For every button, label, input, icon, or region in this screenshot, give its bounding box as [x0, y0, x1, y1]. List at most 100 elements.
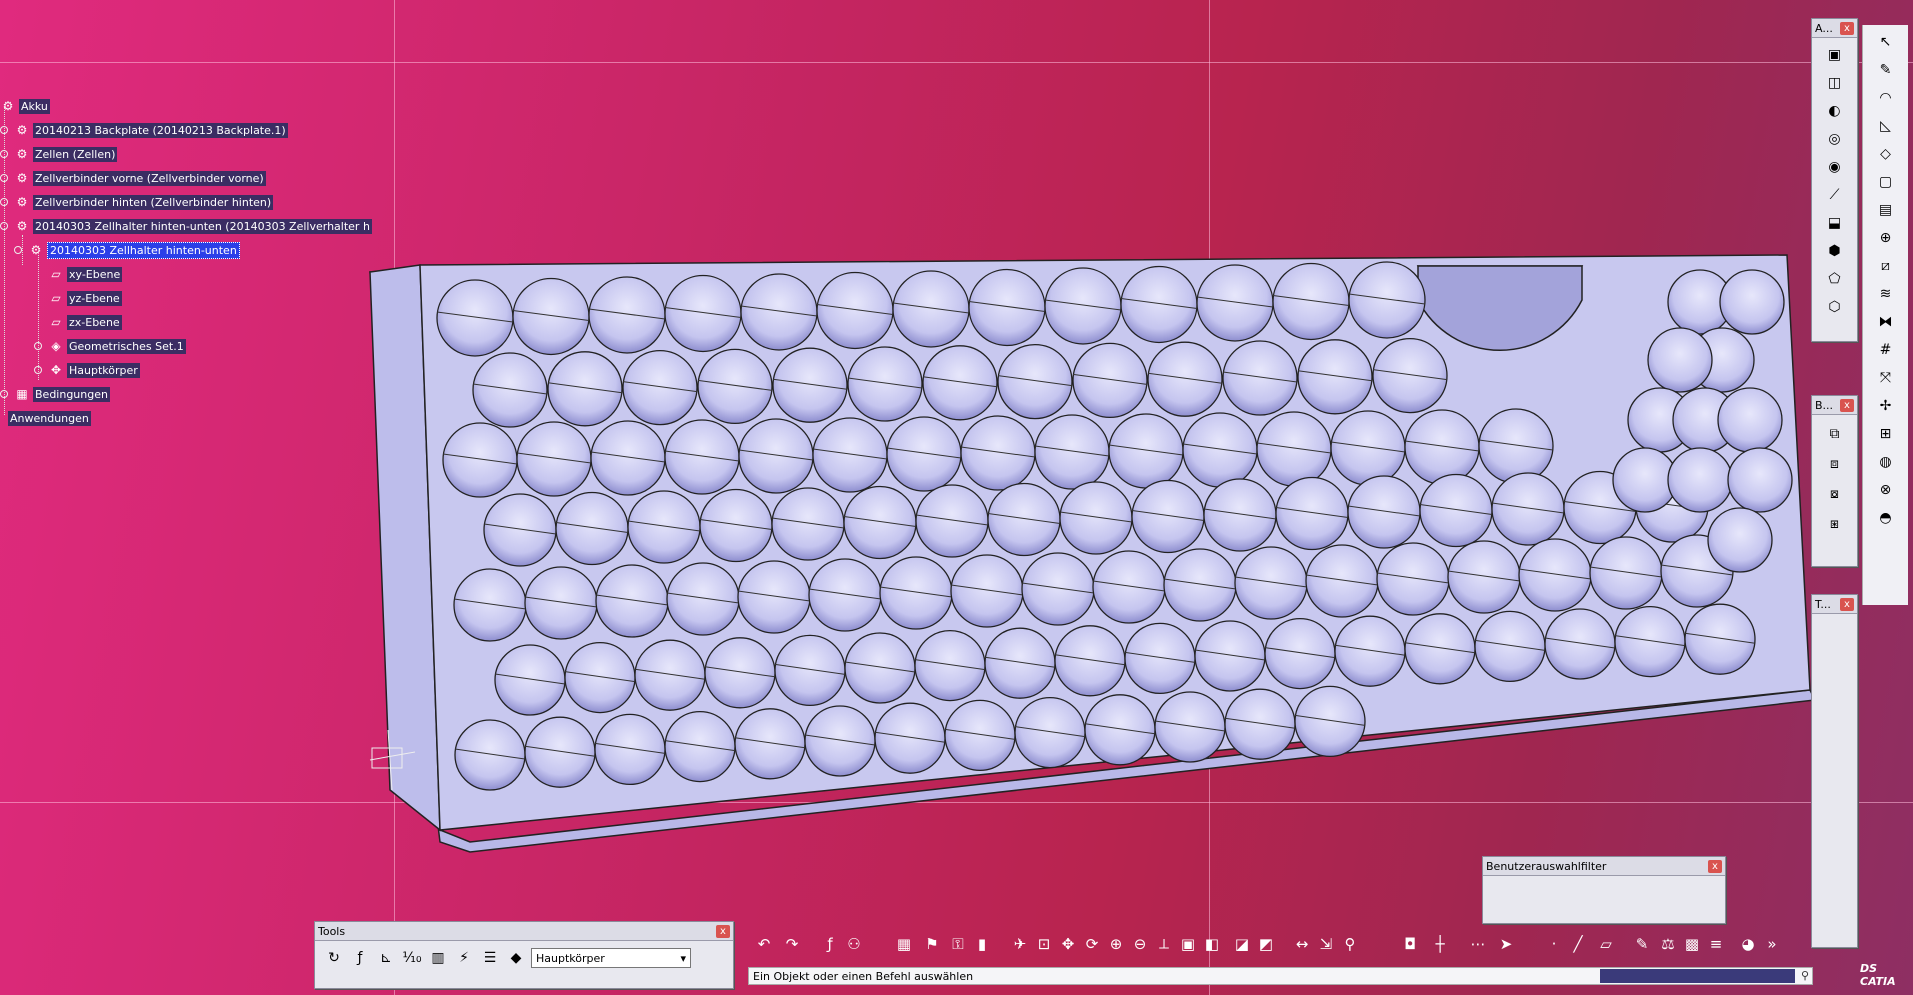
boolean-icon[interactable]: ⊞ — [1875, 423, 1897, 445]
image-icon[interactable]: ▩ — [1680, 932, 1704, 956]
boolean-remove-icon[interactable]: ⧈ — [1824, 453, 1846, 475]
expand-toggle[interactable] — [34, 366, 42, 374]
close-icon[interactable]: x — [1840, 597, 1854, 611]
tree-item-xy-plane[interactable]: ▱ xy-Ebene — [48, 265, 123, 283]
sketch-icon[interactable]: ✎ — [1630, 932, 1654, 956]
table-icon[interactable]: ▦ — [892, 932, 916, 956]
material-icon[interactable]: ◕ — [1736, 932, 1760, 956]
thread-icon[interactable]: ⊕ — [1875, 227, 1897, 249]
work-object-dropdown[interactable]: Hauptkörper ▾ — [531, 948, 691, 968]
close-icon[interactable]: x — [1840, 21, 1854, 35]
toolbar-a[interactable]: A... x ▣ ◫ ◐ ◎ ◉ ⟋ ⬓ ⬢ ⬠ ⬡ — [1811, 18, 1858, 342]
tree-item-zx-plane[interactable]: ▱ zx-Ebene — [48, 313, 122, 331]
normal-view-icon[interactable]: ⟂ — [1152, 932, 1176, 956]
undo-icon[interactable]: ↶ — [752, 932, 776, 956]
groove-icon[interactable]: ◎ — [1824, 128, 1846, 150]
tree-item-main-body[interactable]: ✥ Hauptkörper — [34, 361, 140, 379]
tree-item-zellverbinder-hinten[interactable]: ⚙ Zellverbinder hinten (Zellverbinder hi… — [0, 193, 274, 211]
snap-icon[interactable]: ┼ — [1428, 932, 1452, 956]
toolbar-b[interactable]: B... x ⧉ ⧈ ⧇ ⧆ — [1811, 395, 1858, 567]
hide-show-icon[interactable]: ◪ — [1230, 932, 1254, 956]
tree-item-zellhalter-part[interactable]: ⚙ 20140303 Zellhalter hinten-unten — [14, 241, 240, 259]
hole-icon[interactable]: ◉ — [1824, 156, 1846, 178]
fillet-icon[interactable]: ◠ — [1875, 87, 1897, 109]
zoom-in-icon[interactable]: ⊕ — [1104, 932, 1128, 956]
rib-icon[interactable]: ⟋ — [1824, 184, 1846, 206]
tree-item-zellverbinder-vorne[interactable]: ⚙ Zellverbinder vorne (Zellverbinder vor… — [0, 169, 266, 187]
capture-icon[interactable]: ◘ — [1398, 932, 1422, 956]
tree-item-zellen[interactable]: ⚙ Zellen (Zellen) — [0, 145, 118, 163]
layer-icon[interactable]: ≡ — [1704, 932, 1728, 956]
views-icon[interactable]: ▣ — [1176, 932, 1200, 956]
point-icon[interactable]: · — [1542, 932, 1566, 956]
rotate-icon[interactable]: ⟳ — [1080, 932, 1104, 956]
work-object-icon[interactable]: ▥ — [427, 947, 449, 969]
catalog-icon[interactable]: ▮ — [970, 932, 994, 956]
show-constraints-icon[interactable]: ⚡ — [453, 947, 475, 969]
formula-icon[interactable]: ƒ — [818, 932, 842, 956]
knowledge-icon[interactable]: ⚇ — [842, 932, 866, 956]
solid-combine-icon[interactable]: ⬢ — [1824, 240, 1846, 262]
select-icon[interactable]: ➤ — [1494, 932, 1518, 956]
list-icon[interactable]: ☰ — [479, 947, 501, 969]
mirror-icon[interactable]: ⧓ — [1875, 311, 1897, 333]
close-icon[interactable]: x — [716, 924, 730, 938]
tree-expand-icon[interactable]: ⚑ — [920, 932, 944, 956]
tools-toolbar[interactable]: Tools x ↻ ƒ ⊾ ⅒ ▥ ⚡ ☰ ◆ Hauptkörper ▾ — [314, 921, 734, 989]
shaft-icon[interactable]: ◐ — [1824, 100, 1846, 122]
shading-icon[interactable]: ◧ — [1200, 932, 1224, 956]
close-icon[interactable]: x — [1708, 859, 1722, 873]
expand-toggle[interactable] — [34, 342, 42, 350]
zoom-out-icon[interactable]: ⊖ — [1128, 932, 1152, 956]
tree-item-yz-plane[interactable]: ▱ yz-Ebene — [48, 289, 122, 307]
expand-toggle[interactable] — [0, 174, 8, 182]
analysis-icon[interactable]: ◍ — [1875, 451, 1897, 473]
chamfer-icon[interactable]: ◺ — [1875, 115, 1897, 137]
formula-icon[interactable]: ƒ — [349, 947, 371, 969]
search-icon[interactable]: ⚲ — [1797, 967, 1813, 985]
part-model[interactable] — [0, 0, 1913, 995]
split-icon[interactable]: ⧄ — [1875, 255, 1897, 277]
boolean-union-trim-icon[interactable]: ⧆ — [1824, 513, 1846, 535]
boolean-intersect-icon[interactable]: ⧇ — [1824, 483, 1846, 505]
sketcher-icon[interactable]: ✎ — [1875, 59, 1897, 81]
fly-mode-icon[interactable]: ✈ — [1008, 932, 1032, 956]
redo-icon[interactable]: ↷ — [780, 932, 804, 956]
collapse-toggle[interactable] — [0, 222, 8, 230]
update-icon[interactable]: ↻ — [323, 947, 345, 969]
material-icon[interactable]: ◓ — [1875, 507, 1897, 529]
layers-icon[interactable]: ≋ — [1875, 283, 1897, 305]
plane-icon[interactable]: ▱ — [1594, 932, 1618, 956]
body-select-icon[interactable]: ◆ — [505, 947, 527, 969]
collapse-toggle[interactable] — [14, 246, 22, 254]
tree-root-akku[interactable]: ⚙ Akku — [0, 97, 50, 115]
slot-icon[interactable]: ⬓ — [1824, 212, 1846, 234]
tree-item-constraints[interactable]: ▦ Bedingungen — [0, 385, 110, 403]
scaling-icon[interactable]: ⤧ — [1875, 367, 1897, 389]
grid-icon[interactable]: ⋯ — [1466, 932, 1490, 956]
pad-icon[interactable]: ▣ — [1824, 44, 1846, 66]
swap-space-icon[interactable]: ◩ — [1254, 932, 1278, 956]
toolbar-t[interactable]: T... x — [1811, 594, 1858, 948]
expand-toggle[interactable] — [0, 150, 8, 158]
expand-toggle[interactable] — [0, 390, 8, 398]
expand-toggle[interactable] — [0, 126, 8, 134]
tree-item-applications[interactable]: Anwendungen — [8, 409, 91, 427]
line-icon[interactable]: ╱ — [1566, 932, 1590, 956]
more-icon[interactable]: » — [1760, 932, 1784, 956]
close-icon[interactable]: x — [1840, 398, 1854, 412]
measure-icon[interactable]: ⊗ — [1875, 479, 1897, 501]
remove-icon[interactable]: ⬡ — [1824, 296, 1846, 318]
lock-icon[interactable]: ⚿ — [946, 932, 970, 956]
analysis-icon[interactable]: ⚖ — [1656, 932, 1680, 956]
thickness-icon[interactable]: ▤ — [1875, 199, 1897, 221]
pan-icon[interactable]: ✥ — [1056, 932, 1080, 956]
pocket-icon[interactable]: ◫ — [1824, 72, 1846, 94]
expand-toggle[interactable] — [0, 198, 8, 206]
tree-item-geometrical-set[interactable]: ◈ Geometrisches Set.1 — [34, 337, 186, 355]
units-icon[interactable]: ⅒ — [401, 947, 423, 969]
pattern-icon[interactable]: # — [1875, 339, 1897, 361]
fit-all-icon[interactable]: ⊡ — [1032, 932, 1056, 956]
draft-icon[interactable]: ◇ — [1875, 143, 1897, 165]
boolean-add-icon[interactable]: ⧉ — [1824, 423, 1846, 445]
